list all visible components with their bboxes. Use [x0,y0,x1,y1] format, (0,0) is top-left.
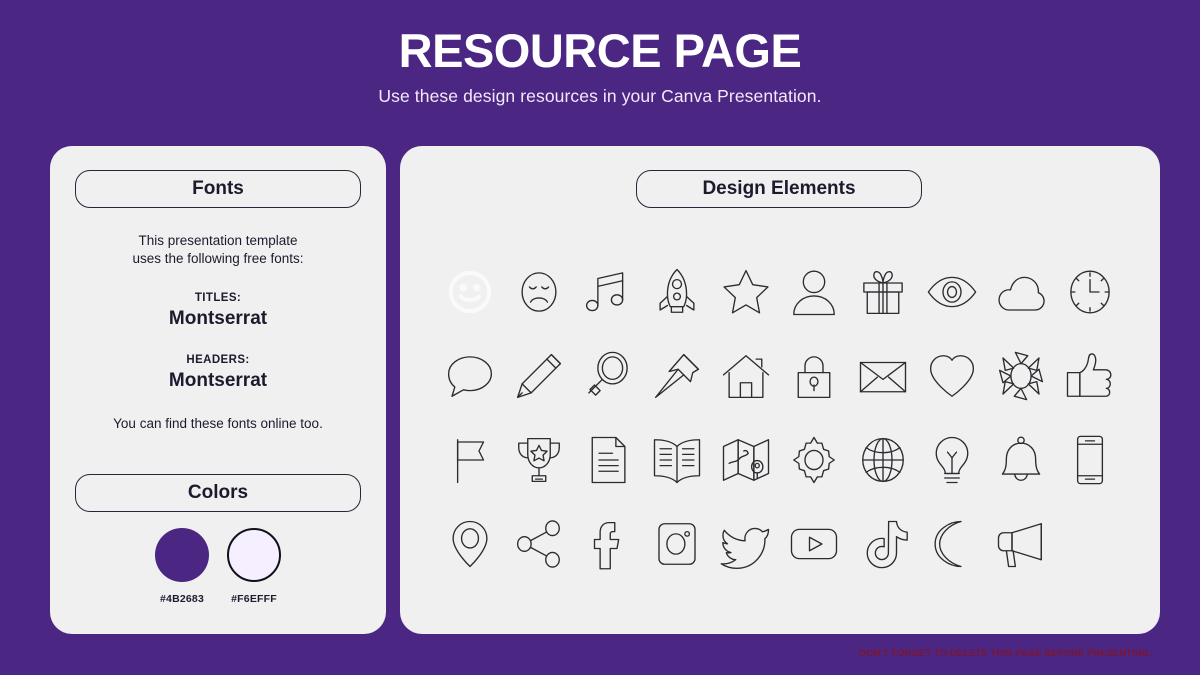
envelope-icon[interactable] [856,349,910,403]
lightbulb-icon[interactable] [925,433,979,487]
fonts-outro-text: You can find these fonts online too. [113,415,323,431]
music-note-icon[interactable] [581,265,635,319]
moon-icon[interactable] [925,517,979,571]
design-elements-icon-grid [436,250,1124,586]
phone-icon[interactable] [1063,433,1117,487]
clock-icon[interactable] [1063,265,1117,319]
color-swatch-circle [155,528,209,582]
color-swatch-circle [227,528,281,582]
fonts-heading-label: Fonts [192,178,244,199]
colors-heading-label: Colors [187,482,249,503]
twitter-icon[interactable] [719,517,773,571]
cloud-icon[interactable] [994,265,1048,319]
tiktok-icon[interactable] [856,517,910,571]
page-header: RESOURCE PAGE Use these design resources… [0,0,1200,140]
color-swatch-hex-label: #F6EFFF [231,593,277,605]
design-elements-heading-pill: Design Elements [636,170,922,208]
document-icon[interactable] [581,433,635,487]
color-swatch-list: #4B2683 #F6EFFF [50,528,386,605]
youtube-icon[interactable] [787,517,841,571]
book-icon[interactable] [650,433,704,487]
colors-heading-pill: Colors [75,474,361,512]
share-icon[interactable] [512,517,566,571]
instagram-icon[interactable] [650,517,704,571]
rocket-icon[interactable] [650,265,704,319]
magnifier-icon[interactable] [581,349,635,403]
flag-icon[interactable] [443,433,497,487]
user-icon[interactable] [787,265,841,319]
titles-font-label: TITLES: [194,291,242,304]
lock-icon[interactable] [787,349,841,403]
design-elements-panel: Design Elements [400,146,1160,634]
fonts-heading-pill: Fonts [75,170,361,208]
color-swatch-item: #4B2683 [152,528,212,605]
trophy-icon[interactable] [512,433,566,487]
color-swatch-item: #F6EFFF [224,528,284,605]
fonts-intro-text: This presentation template uses the foll… [132,233,304,266]
eye-icon[interactable] [925,265,979,319]
smiley-face-icon[interactable] [443,265,497,319]
color-swatch-hex-label: #4B2683 [159,593,205,605]
facebook-icon[interactable] [581,517,635,571]
fonts-body: This presentation template uses the foll… [50,232,386,431]
pushpin-icon[interactable] [650,349,704,403]
megaphone-icon[interactable] [994,517,1048,571]
speech-bubble-icon[interactable] [443,349,497,403]
location-pin-icon[interactable] [443,517,497,571]
map-icon[interactable] [719,433,773,487]
gift-icon[interactable] [856,265,910,319]
design-elements-heading-label: Design Elements [702,178,856,199]
heart-icon[interactable] [925,349,979,403]
star-icon[interactable] [719,265,773,319]
bell-icon[interactable] [994,433,1048,487]
globe-icon[interactable] [856,433,910,487]
page-title: RESOURCE PAGE [398,24,802,77]
house-icon[interactable] [719,349,773,403]
gear-icon[interactable] [787,433,841,487]
titles-font-name: Montserrat [168,307,268,329]
headers-font-label: HEADERS: [186,353,250,366]
page-subtitle: Use these design resources in your Canva… [378,86,822,107]
sad-face-icon[interactable] [512,265,566,319]
delete-page-reminder: DON'T FORGET TO DELETE THIS PAGE BEFORE … [859,648,1152,658]
pencil-icon[interactable] [512,349,566,403]
thumbs-up-icon[interactable] [1063,349,1117,403]
sun-icon[interactable] [994,349,1048,403]
fonts-colors-panel: Fonts This presentation template uses th… [50,146,386,634]
headers-font-name: Montserrat [168,369,268,391]
